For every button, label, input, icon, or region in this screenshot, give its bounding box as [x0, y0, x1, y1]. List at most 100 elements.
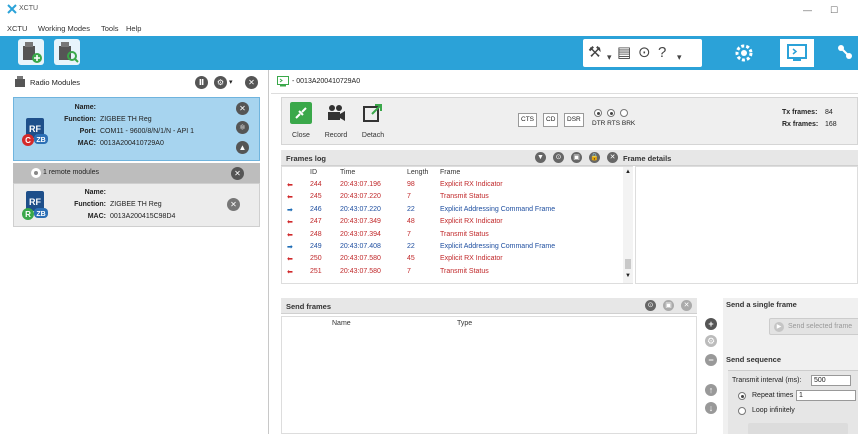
clear-frames-icon[interactable]: ✕	[607, 152, 618, 163]
transmit-interval-input[interactable]: 500	[811, 375, 851, 386]
remove-remote-module-icon[interactable]: ✕	[227, 198, 240, 211]
rts-toggle[interactable]	[607, 109, 615, 117]
rx-arrow-icon: ⬅	[287, 194, 293, 202]
frame-row[interactable]: ⬅ 247 20:43:07.349 48 Explicit RX Indicator	[282, 217, 622, 229]
start-sequence-button[interactable]	[748, 423, 848, 434]
rx-frames-label: Rx frames:	[782, 121, 819, 128]
local-module-card[interactable]: RF C ZB Name: Function: ZIGBEE TH Reg Po…	[13, 97, 260, 161]
col-type[interactable]: Type	[457, 320, 472, 327]
col-time[interactable]: Time	[340, 169, 355, 176]
remote-modules-icon	[31, 168, 41, 178]
search-frames-icon[interactable]: ⊙	[553, 152, 564, 163]
col-id[interactable]: ID	[310, 169, 317, 176]
menu-bar: XCTU Working Modes Tools Help	[0, 22, 858, 36]
save-send-frames-icon[interactable]: ▣	[663, 300, 674, 311]
frame-length: 7	[407, 193, 411, 201]
maximize-button[interactable]: ☐	[830, 5, 838, 16]
repeat-times-radio[interactable]	[738, 392, 746, 400]
remote-modules-count: 1 remote modules	[43, 169, 100, 176]
frame-row[interactable]: ➡ 246 20:43:07.220 22 Explicit Addressing Co…	[282, 205, 622, 217]
add-device-icon	[23, 42, 42, 63]
xctu-tools-icon[interactable]: ⚒	[588, 45, 601, 61]
remote-name-label: Name:	[84, 189, 106, 196]
close-console-button[interactable]: Close	[286, 102, 316, 142]
settings-dropdown-icon[interactable]: ▾	[229, 78, 233, 86]
menu-xctu[interactable]: XCTU	[7, 24, 27, 33]
frames-log-table[interactable]: ID Time Length Frame ⬅ 244 20:43:07.196 98 E…	[281, 166, 633, 284]
send-sequence-options: Transmit interval (ms): 500 Repeat times…	[728, 370, 858, 434]
repeat-times-input[interactable]: 1	[796, 390, 856, 401]
minimize-button[interactable]: —	[803, 5, 812, 15]
add-frame-icon[interactable]: +	[705, 318, 717, 330]
pause-icon[interactable]: Ⅱ	[195, 76, 208, 89]
frame-row[interactable]: ⬅ 250 20:43:07.580 45 Explicit RX Indicator	[282, 254, 622, 266]
menu-tools[interactable]: Tools	[101, 24, 119, 33]
search-help-icon[interactable]: ⊙	[638, 45, 651, 61]
brk-toggle[interactable]	[620, 109, 628, 117]
remote-module-card[interactable]: RF R ZB Name: Function: ZIGBEE TH Reg MA…	[13, 183, 260, 227]
disconnect-module-icon[interactable]: ✕	[236, 102, 249, 115]
cts-indicator: CTS	[518, 113, 537, 127]
network-mode-button[interactable]	[830, 39, 858, 67]
console-tab[interactable]: - 0013A200410729A0	[271, 70, 858, 94]
frame-time: 20:43:07.196	[340, 181, 381, 188]
help-dropdown-icon[interactable]: ▾	[677, 49, 682, 65]
save-frames-icon[interactable]: ▣	[571, 152, 582, 163]
menu-help[interactable]: Help	[126, 24, 141, 33]
remote-modules-header[interactable]: 1 remote modules ✕	[13, 163, 260, 183]
frame-time: 20:43:07.580	[340, 255, 381, 263]
remove-remote-modules-icon[interactable]: ✕	[231, 167, 244, 180]
clear-send-frames-icon[interactable]: ✕	[681, 300, 692, 311]
gear-icon	[735, 44, 753, 62]
remove-frame-icon[interactable]: −	[705, 354, 717, 366]
remote-zigbee-device-icon: RF R ZB	[20, 189, 50, 221]
frame-row[interactable]: ➡ 249 20:43:07.408 22 Explicit Addressing Co…	[282, 242, 622, 254]
frames-log-scrollbar[interactable]: ▲ ▼	[623, 167, 633, 283]
add-device-button[interactable]	[18, 39, 44, 65]
discover-devices-button[interactable]	[54, 39, 80, 65]
discover-radio-nodes-icon[interactable]: ⚛	[236, 121, 249, 134]
configuration-mode-button[interactable]	[727, 39, 761, 67]
frame-type: Explicit RX Indicator	[440, 255, 503, 263]
remove-all-icon[interactable]: ✕	[245, 76, 258, 89]
lock-icon[interactable]: 🔒	[589, 152, 600, 163]
record-button[interactable]: Record	[321, 102, 351, 142]
video-camera-icon	[328, 105, 345, 121]
move-up-icon[interactable]: ↑	[705, 384, 717, 396]
help-icon[interactable]: ?	[658, 45, 666, 61]
dtr-toggle[interactable]	[594, 109, 602, 117]
col-frame[interactable]: Frame	[440, 169, 460, 176]
collapse-up-icon[interactable]: ▲	[236, 141, 249, 154]
scroll-thumb[interactable]	[625, 259, 631, 269]
move-down-icon[interactable]: ↓	[705, 402, 717, 414]
loop-infinitely-radio[interactable]	[738, 407, 746, 415]
discover-devices-icon	[59, 42, 79, 63]
configuration-list-icon[interactable]: ▤	[617, 45, 631, 61]
module-settings-icon[interactable]: ⚙	[214, 76, 227, 89]
frame-row[interactable]: ⬅ 244 20:43:07.196 98 Explicit RX Indicator	[282, 180, 622, 192]
consoles-mode-button[interactable]	[780, 39, 814, 67]
mac-value: 0013A200410729A0	[100, 140, 164, 147]
frame-id: 250	[310, 255, 322, 263]
send-frames-list[interactable]: Name Type	[281, 316, 697, 434]
frame-details-pane	[635, 166, 858, 284]
function-label: Function:	[64, 116, 96, 123]
detach-button[interactable]: Detach	[358, 102, 388, 142]
frame-row[interactable]: ⬅ 251 20:43:07.580 7 Transmit Status	[282, 267, 622, 279]
frame-id: 251	[310, 267, 322, 275]
col-length[interactable]: Length	[407, 169, 428, 176]
frame-row[interactable]: ⬅ 248 20:43:07.394 7 Transmit Status	[282, 230, 622, 242]
col-name[interactable]: Name	[332, 320, 351, 327]
scroll-down-icon[interactable]: ▼	[625, 273, 631, 279]
filter-icon[interactable]: ▼	[535, 152, 546, 163]
send-selected-frame-button[interactable]: ▶ Send selected frame	[769, 318, 858, 335]
port-value: COM11 - 9600/8/N/1/N - API 1	[100, 128, 195, 135]
send-sequence-title: Send sequence	[726, 355, 782, 364]
network-icon	[838, 45, 852, 59]
scroll-up-icon[interactable]: ▲	[625, 169, 631, 175]
frame-row[interactable]: ⬅ 245 20:43:07.220 7 Transmit Status	[282, 192, 622, 204]
menu-working-modes[interactable]: Working Modes	[38, 24, 90, 33]
search-send-frames-icon[interactable]: ⊙	[645, 300, 656, 311]
tools-dropdown-icon[interactable]: ▾	[607, 49, 612, 65]
edit-frame-icon[interactable]: ⚙	[705, 335, 717, 347]
